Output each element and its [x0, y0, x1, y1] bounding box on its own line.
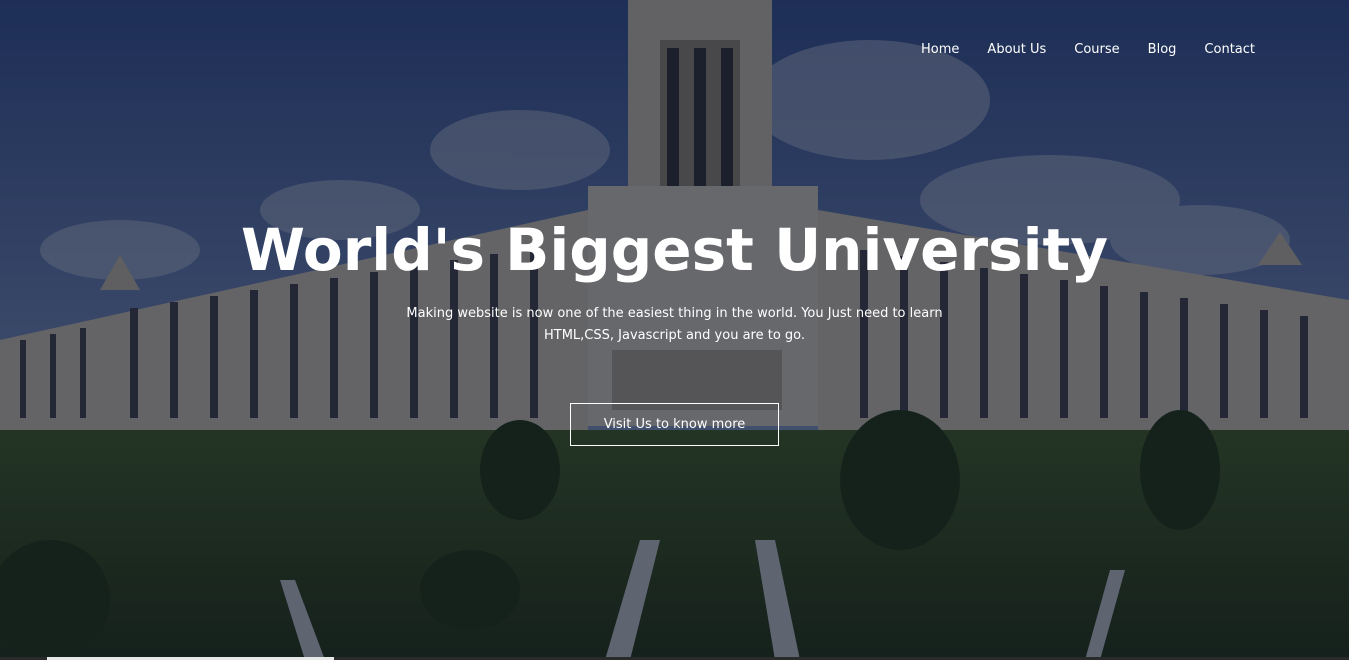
nav-item-contact: Contact — [1190, 38, 1269, 59]
nav-item-about: About Us — [973, 38, 1060, 59]
hero-description: Making website is now one of the easiest… — [406, 306, 943, 343]
hero-text-box: World's Biggest University Making websit… — [0, 215, 1349, 446]
main-nav: Home About Us Course Blog Contact — [907, 38, 1269, 59]
nav-link-blog[interactable]: Blog — [1148, 42, 1177, 59]
nav-link-home[interactable]: Home — [921, 42, 959, 59]
nav-link-contact[interactable]: Contact — [1204, 42, 1255, 59]
visit-us-button[interactable]: Visit Us to know more — [569, 403, 780, 446]
nav-item-blog: Blog — [1134, 38, 1191, 59]
nav-link-about-us[interactable]: About Us — [987, 42, 1046, 59]
nav-item-course: Course — [1060, 38, 1133, 59]
nav-link-course[interactable]: Course — [1074, 42, 1119, 59]
hero-section: Home About Us Course Blog Contact World'… — [0, 0, 1349, 660]
hero-title: World's Biggest University — [240, 216, 1109, 284]
nav-item-home: Home — [907, 38, 973, 59]
nav-list: Home About Us Course Blog Contact — [907, 38, 1269, 59]
